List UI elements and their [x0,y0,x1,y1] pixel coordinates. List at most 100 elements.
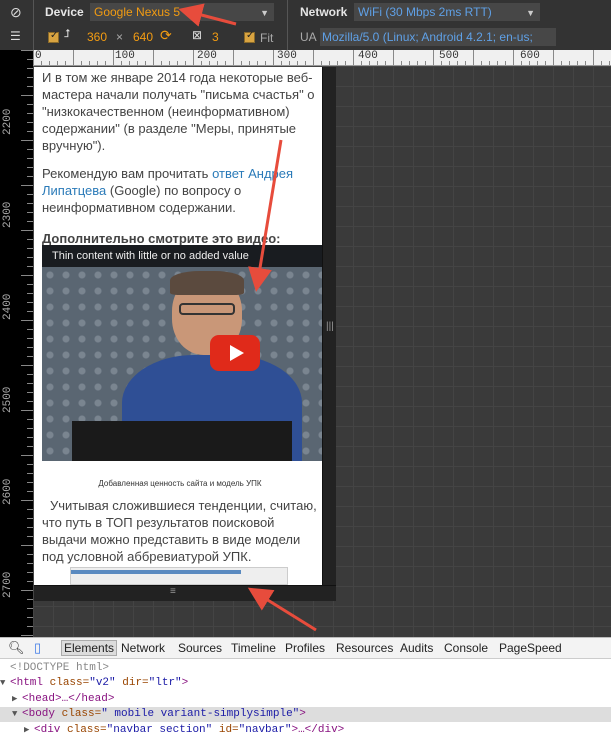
ruler-tick [257,61,258,65]
ruler-tick [529,61,530,65]
ruler-tick [537,61,538,65]
ruler-tick [561,61,562,65]
tab-elements[interactable]: Elements [61,640,118,656]
ruler-tick [449,61,450,65]
ruler-label: 2200 [2,108,14,135]
device-viewport[interactable]: И в том же январе 2014 года некоторые ве… [34,67,322,585]
play-button-icon[interactable] [210,335,260,371]
ruler-tick [297,61,298,65]
ruler-tick [49,61,50,65]
ruler-tick [21,275,33,276]
device-select[interactable]: Google Nexus 5 ▼ [90,3,274,21]
ruler-tick [21,635,33,636]
ruler-tick [21,365,33,366]
device-scale-icon: ⊠ [192,28,203,42]
ruler-tick [21,590,33,591]
no-emulation-icon[interactable]: ⊘ [10,4,22,21]
expand-triangle-icon[interactable]: ▶ [12,692,22,707]
ruler-tick [21,95,33,96]
dom-node-div[interactable]: ▶ <div class="navbar section" id="navbar"… [0,723,611,738]
grip-icon: ≡ [170,586,176,597]
ruler-tick [121,61,122,65]
dom-node-body[interactable]: ▼ <body class=" mobile variant-simplysimp… [0,707,611,722]
collapse-triangle-icon[interactable]: ▼ [12,707,22,722]
tab-sources[interactable]: Sources [178,641,222,657]
dom-node-head[interactable]: ▶ <head>…</head> [0,692,611,707]
mobile-device-icon[interactable]: ▯ [34,640,41,656]
ruler-tick [497,61,498,65]
ruler-label: 300 [277,50,297,62]
dom-node-doctype[interactable]: <!DOCTYPE html> [0,661,611,676]
resolution-checkbox[interactable] [48,30,59,43]
ruler-tick [233,50,234,65]
ruler-tick [225,61,226,65]
paragraph-text: Рекомендую вам прочитать [42,166,213,181]
fit-label: Fit [260,31,274,45]
ruler-tick [313,50,314,65]
grip-icon: ||| [326,321,334,332]
ruler-tick [513,50,514,65]
ruler-label: 2500 [2,386,14,413]
width-field[interactable]: 360 [87,30,107,44]
resize-handle-bottom[interactable]: ≡ [34,585,336,601]
search-icon[interactable]: 🔍︎ [8,640,25,656]
tab-timeline[interactable]: Timeline [231,641,276,657]
tab-network[interactable]: Network [121,641,165,657]
video-title[interactable]: Thin content with little or no added val… [42,245,322,267]
settings-list-icon[interactable]: ☰ [10,29,21,43]
ruler-tick [145,61,146,65]
ruler-tick [281,61,282,65]
ruler-tick [601,61,602,65]
ruler-tick [417,61,418,65]
devtools-tabbar: 🔍︎ ▯ Elements Network Sources Timeline Profi… [0,637,611,659]
ruler-tick [21,320,33,321]
toolbar-separator [33,0,34,50]
video-player[interactable]: Thin content with little or no added val… [42,245,322,461]
ruler-tick [329,61,330,65]
ruler-tick [21,545,33,546]
tab-resources[interactable]: Resources [336,641,393,657]
tab-profiles[interactable]: Profiles [285,641,325,657]
ruler-tick [209,61,210,65]
article-paragraph: Учитывая сложившиеся тенденции, считаю, … [42,498,317,564]
expand-triangle-icon[interactable]: ▶ [24,723,34,738]
ruler-tick [201,61,202,65]
tab-console[interactable]: Console [444,641,488,657]
swap-dimensions-icon[interactable]: ⟳ [160,27,172,44]
times-sign: × [116,30,124,44]
ruler-tick [21,455,33,456]
ruler-tick [353,50,354,65]
fit-checkbox[interactable] [244,30,255,43]
ruler-tick [241,61,242,65]
resize-handle-right[interactable]: ||| [322,67,336,585]
ruler-tick [441,61,442,65]
ruler-tick [385,61,386,65]
ruler-tick [609,61,610,65]
resolution-icon: ⮥ [64,28,71,40]
ruler-label: 2400 [2,293,14,320]
ruler-tick [481,61,482,65]
network-select-value: WiFi (30 Mbps 2ms RTT) [358,5,492,19]
dom-node-html[interactable]: ▼ <html class="v2" dir="ltr"> [0,676,611,691]
network-select[interactable]: WiFi (30 Mbps 2ms RTT) ▼ [354,3,540,21]
emulation-toolbar: ⊘ ☰ Device Google Nexus 5 ▼ ⮥ 360 × 640 … [0,0,611,50]
section-heading: Дополнительно смотрите это видео: [42,231,281,246]
video-person-hair [170,271,244,295]
ruler-tick [129,61,130,65]
scale-field[interactable]: 3 [212,30,219,44]
collapse-triangle-icon[interactable]: ▼ [0,676,10,691]
ua-label: UA [300,30,317,44]
thumbnail-bar [71,570,241,574]
tab-audits[interactable]: Audits [400,641,433,657]
chevron-down-icon: ▼ [526,8,535,18]
video-laptop [72,421,292,461]
article-paragraph: И в том же январе 2014 года некоторые ве… [42,70,315,153]
ruler-tick [105,61,106,65]
ruler-tick [585,61,586,65]
height-field[interactable]: 640 [133,30,153,44]
ruler-tick [73,50,74,65]
tab-pagespeed[interactable]: PageSpeed [499,641,562,657]
ruler-tick [553,50,554,65]
ruler-tick [425,61,426,65]
ruler-tick [361,61,362,65]
